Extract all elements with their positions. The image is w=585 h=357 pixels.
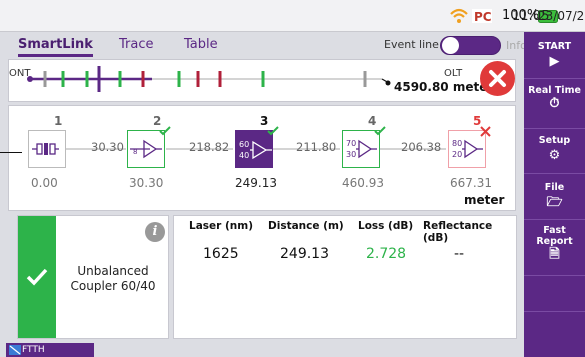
reflectance-value: -- xyxy=(454,246,465,262)
toggle-knob xyxy=(442,37,459,54)
real-time-label: Real Time xyxy=(528,85,581,96)
link-map: ONT OLT 4590.80 meter xyxy=(8,59,516,102)
fiber-icon xyxy=(9,345,21,355)
column-header-distance: Distance (m) xyxy=(268,220,344,232)
clock-date: 23/07/2021 xyxy=(538,9,585,23)
svg-text:8: 8 xyxy=(133,148,137,156)
start-label: START xyxy=(537,41,572,52)
column-header-laser: Laser (nm) xyxy=(189,220,253,232)
ftth-label: FTTH xyxy=(22,345,45,355)
svg-text:70: 70 xyxy=(346,139,356,148)
event-position: 460.93 xyxy=(342,176,384,190)
tab-bar: SmartLink Trace Table Event line Info xyxy=(8,33,527,57)
gear-icon: ⚙ xyxy=(548,148,561,163)
loss-value: 2.728 xyxy=(366,246,407,262)
splitter-icon: 8 xyxy=(130,139,162,159)
divider-line xyxy=(0,152,22,153)
segment-loss: 30.30 xyxy=(91,140,124,154)
verdict-line-2: Coupler 60/40 xyxy=(70,279,156,293)
check-icon xyxy=(159,126,171,136)
column-header-loss: Loss (dB) xyxy=(358,220,414,232)
pass-strip xyxy=(18,216,56,338)
start-button[interactable]: START ▶ xyxy=(524,32,585,79)
distance-unit: meter xyxy=(464,193,505,207)
file-button[interactable]: File 🗁 xyxy=(524,174,585,220)
column-header-reflectance: Reflectance (dB) xyxy=(423,220,493,244)
event-1-connector[interactable] xyxy=(28,130,66,168)
coupler-icon: 70 30 xyxy=(346,139,377,159)
svg-text:PC: PC xyxy=(474,10,492,24)
play-icon: ▶ xyxy=(549,54,560,69)
stopwatch-icon: ⏱ xyxy=(549,96,560,111)
svg-text:40: 40 xyxy=(239,151,249,160)
svg-text:30: 30 xyxy=(346,150,356,159)
segment-loss: 206.38 xyxy=(401,140,442,154)
pc-connection-icon: PC xyxy=(472,9,492,24)
tab-trace[interactable]: Trace xyxy=(119,37,154,52)
svg-text:20: 20 xyxy=(452,150,462,159)
check-icon xyxy=(26,268,48,286)
events-panel: 1 0.00 30.30 2 8 30.30 218.82 3 60 40 24… xyxy=(8,105,516,211)
segment-loss: 211.80 xyxy=(296,140,337,154)
real-time-button[interactable]: Real Time ⏱ xyxy=(524,79,585,129)
segment-loss: 218.82 xyxy=(189,140,230,154)
coupler-icon: 60 40 xyxy=(239,140,272,160)
connector-icon xyxy=(32,143,59,155)
total-distance: 4590.80 meter xyxy=(394,80,494,94)
sidebar-empty-slot xyxy=(524,276,585,312)
setup-button[interactable]: Setup ⚙ xyxy=(524,129,585,174)
verdict-line-1: Unbalanced xyxy=(77,264,149,278)
status-bar: PC 100% 11:05 23/07/2021 xyxy=(0,0,585,32)
tab-table[interactable]: Table xyxy=(184,37,218,52)
verdict-panel: i Unbalanced Coupler 60/40 xyxy=(17,215,169,339)
event-number: 1 xyxy=(54,114,63,128)
check-icon xyxy=(374,126,386,136)
distance-value: 249.13 xyxy=(280,246,329,262)
olt-marker xyxy=(385,80,391,86)
fast-report-label: Fast Report xyxy=(536,225,573,247)
action-sidebar: START ▶ Real Time ⏱ Setup ⚙ File 🗁 Fast … xyxy=(524,32,585,357)
event-line-label: Event line xyxy=(384,38,439,51)
laser-value: 1625 xyxy=(203,246,239,262)
file-label: File xyxy=(544,182,565,193)
folder-icon: 🗁 xyxy=(546,195,563,210)
fast-report-button[interactable]: Fast Report 🗎 xyxy=(524,220,585,276)
svg-text:60: 60 xyxy=(239,140,249,149)
svg-text:80: 80 xyxy=(452,139,462,148)
event-position: 667.31 xyxy=(450,176,492,190)
cross-icon xyxy=(480,126,491,137)
check-icon xyxy=(267,126,279,136)
info-icon[interactable]: i xyxy=(145,222,165,242)
results-table: Laser (nm) Distance (m) Loss (dB) Reflec… xyxy=(173,215,517,339)
wifi-icon xyxy=(450,8,468,23)
tab-smartlink[interactable]: SmartLink xyxy=(18,37,93,57)
ont-marker xyxy=(27,76,33,82)
event-position: 249.13 xyxy=(235,176,277,190)
setup-label: Setup xyxy=(538,135,571,146)
report-icon: 🗎 xyxy=(549,247,560,262)
fail-status-icon[interactable] xyxy=(480,61,515,96)
verdict-message: Unbalanced Coupler 60/40 xyxy=(61,264,165,294)
event-position: 0.00 xyxy=(31,176,58,190)
event-line-toggle[interactable] xyxy=(440,36,501,55)
event-position: 30.30 xyxy=(129,176,164,190)
